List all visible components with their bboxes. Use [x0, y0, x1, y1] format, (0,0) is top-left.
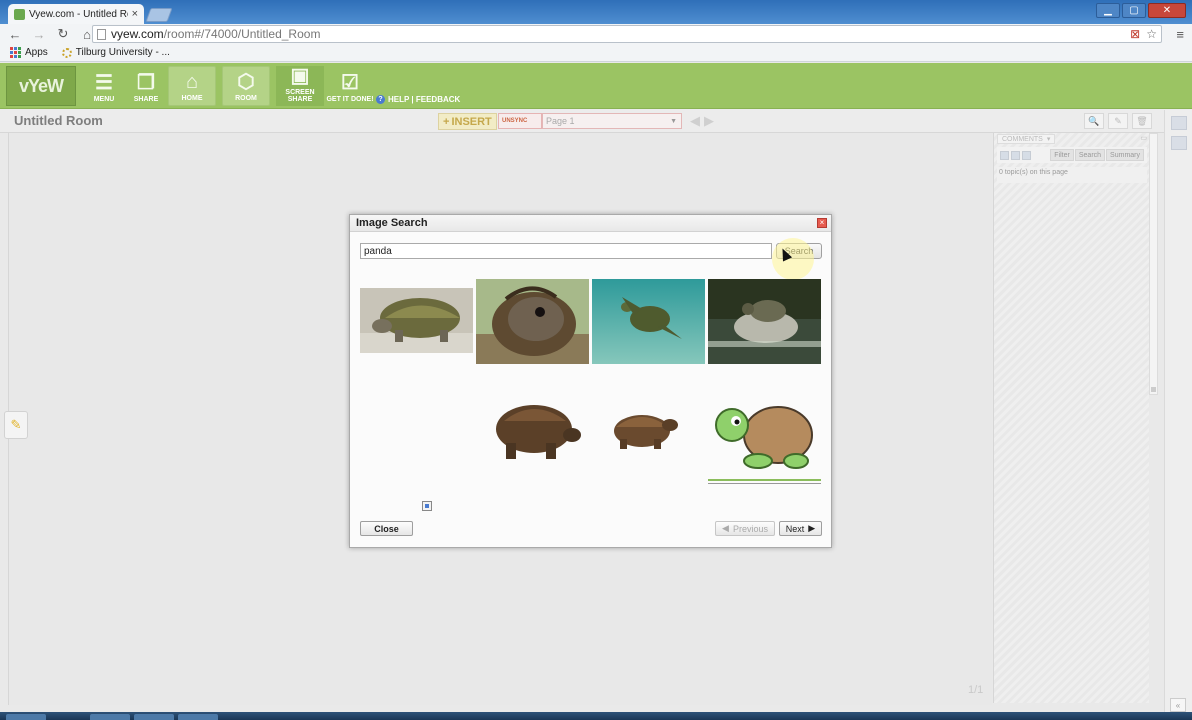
image-result[interactable] — [360, 288, 473, 353]
zoom-icon[interactable]: 🔍 — [1084, 113, 1104, 129]
checklist-icon: ☑ — [341, 72, 359, 94]
search-tab[interactable]: Search — [1074, 149, 1106, 161]
room-title: Untitled Room — [14, 113, 103, 128]
room-icon: ⬡ — [237, 71, 255, 93]
previous-page-icon[interactable]: ◀ — [690, 113, 700, 129]
room-button[interactable]: ⬡ ROOM — [222, 66, 270, 106]
image-result[interactable] — [592, 401, 705, 461]
share-icon: ❐ — [137, 72, 155, 94]
chevron-down-icon: ▼ — [670, 117, 677, 125]
menu-button[interactable]: ☰ MENU — [80, 66, 128, 106]
unsync-button[interactable]: UNSYNC — [498, 113, 542, 129]
home-icon: ⌂ — [185, 71, 199, 93]
panel-toggle-icon[interactable]: ▭ — [1140, 134, 1147, 144]
page-select[interactable]: Page 1 ▼ — [542, 113, 682, 129]
url-field[interactable]: vyew.com/room#/74000/Untitled_Room ⊠ ☆ — [92, 25, 1162, 43]
vyew-favicon-icon — [14, 8, 25, 20]
os-taskbar — [0, 712, 1192, 720]
maximize-button[interactable]: ▢ — [1122, 3, 1146, 18]
page-counter: 1/1 — [968, 684, 984, 696]
add-topic-icon[interactable] — [1011, 150, 1020, 160]
next-button[interactable]: Next ▶ — [779, 521, 822, 536]
browser-title-bar: Vyew.com - Untitled Room × ▁ ▢ ✕ — [0, 0, 1192, 24]
user-list-icon[interactable] — [1170, 116, 1187, 130]
app-toolbar: vYeW ☰ MENU ❐ SHARE ⌂ HOME ⬡ ROOM ▣ SCRE… — [0, 63, 1192, 109]
comments-scrollbar[interactable] — [1149, 133, 1158, 395]
filter-tab[interactable]: Filter — [1050, 149, 1074, 161]
window-controls: ▁ ▢ ✕ — [1096, 3, 1186, 18]
collapse-panel-icon[interactable]: « — [1170, 698, 1186, 712]
apps-grid-icon — [10, 47, 21, 58]
forward-arrow-icon[interactable]: → — [32, 27, 46, 42]
new-tab-button[interactable] — [145, 8, 173, 22]
university-icon — [61, 47, 72, 58]
menu-icon: ☰ — [95, 72, 113, 94]
screen-share-icon: ▣ — [290, 65, 310, 87]
user-icon[interactable] — [1170, 136, 1187, 150]
tab-close-icon[interactable]: × — [132, 8, 138, 20]
image-search-input[interactable] — [360, 243, 772, 259]
start-button[interactable] — [6, 714, 46, 720]
window-close-button[interactable]: ✕ — [1148, 3, 1186, 18]
bookmark-tilburg[interactable]: Tilburg University - ... — [61, 47, 170, 58]
get-it-done-button[interactable]: ☑ GET IT DONE! — [326, 66, 374, 106]
taskbar-item[interactable] — [178, 714, 218, 720]
chrome-menu-icon[interactable]: ≡ — [1176, 27, 1184, 42]
reload-icon[interactable]: ↻ — [56, 26, 70, 42]
back-arrow-icon[interactable]: ← — [8, 27, 22, 42]
taskbar-item[interactable] — [90, 714, 130, 720]
page-nav: ◀ ▶ — [690, 113, 714, 129]
address-bar: ← → ↻ ⌂ vyew.com/room#/74000/Untitled_Ro… — [0, 24, 1192, 44]
room-tools: 🔍 ✎ 🗑 — [1084, 113, 1152, 129]
next-page-icon[interactable]: ▶ — [704, 113, 714, 129]
summary-tab[interactable]: Summary — [1106, 149, 1144, 161]
help-feedback-link[interactable]: ? HELP | FEEDBACK — [376, 95, 460, 104]
comments-panel: COMMENTS ▾ ▭ Filter Search Summary 0 top… — [993, 133, 1149, 703]
image-result[interactable] — [708, 279, 821, 364]
taskbar-item[interactable] — [134, 714, 174, 720]
expand-icon[interactable] — [1022, 150, 1031, 160]
page-icon — [97, 28, 106, 40]
dialog-title: Image Search — [356, 217, 428, 229]
vyew-logo[interactable]: vYeW — [6, 66, 76, 106]
previous-button[interactable]: ◀ Previous — [715, 521, 775, 536]
comments-tab[interactable]: COMMENTS ▾ — [997, 134, 1056, 144]
dialog-close-icon[interactable]: × — [817, 218, 827, 228]
broken-image-icon[interactable] — [422, 501, 432, 511]
image-result[interactable] — [476, 279, 589, 364]
trash-icon[interactable]: 🗑 — [1132, 113, 1152, 129]
minimize-button[interactable]: ▁ — [1096, 3, 1120, 18]
pen-tool-icon[interactable]: ✎ — [4, 411, 28, 439]
image-result[interactable] — [476, 391, 589, 476]
browser-tab[interactable]: Vyew.com - Untitled Room × — [8, 4, 144, 24]
close-button[interactable]: Close — [360, 521, 413, 536]
bookmarks-bar: Apps Tilburg University - ... — [0, 44, 1192, 62]
bookmark-star-icon[interactable]: ☆ — [1146, 27, 1157, 41]
next-arrow-icon: ▶ — [808, 523, 816, 533]
share-button[interactable]: ❐ SHARE — [122, 66, 170, 106]
bookmark-apps[interactable]: Apps — [10, 47, 48, 58]
plus-icon: + — [443, 115, 450, 128]
image-result[interactable] — [592, 279, 705, 364]
insert-button[interactable]: + INSERT — [438, 113, 497, 130]
url-text: vyew.com/room#/74000/Untitled_Room — [111, 27, 321, 41]
help-icon: ? — [376, 95, 385, 104]
image-result[interactable] — [708, 399, 821, 485]
blocked-popup-icon[interactable]: ⊠ — [1130, 27, 1140, 41]
tab-title: Vyew.com - Untitled Room — [29, 8, 128, 20]
comments-status: 0 topic(s) on this page — [997, 167, 1147, 183]
home-button[interactable]: ⌂ HOME — [168, 66, 216, 106]
image-search-dialog: Image Search × Search — [349, 214, 832, 548]
side-rail: « — [1164, 110, 1192, 720]
tool-dropdown-icon[interactable]: ✎ — [1108, 113, 1128, 129]
new-comment-icon[interactable] — [1000, 150, 1009, 160]
screen-share-button[interactable]: ▣ SCREEN SHARE — [276, 65, 324, 106]
previous-arrow-icon: ◀ — [722, 523, 729, 533]
room-header: Untitled Room + INSERT UNSYNC Page 1 ▼ ◀… — [0, 109, 1192, 133]
